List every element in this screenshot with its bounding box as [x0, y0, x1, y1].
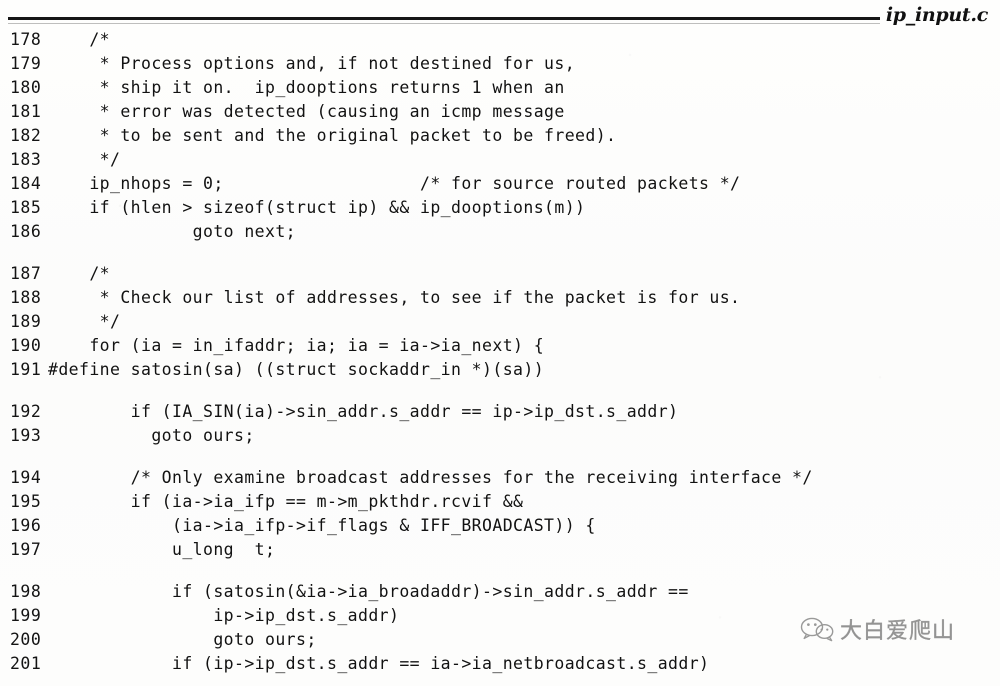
line-code: if (IA_SIN(ia)->sin_addr.s_addr == ip->i… — [48, 402, 679, 421]
code-line: 194 /* Only examine broadcast addresses … — [0, 466, 1000, 490]
code-listing: 178 /* 179 * Process options and, if not … — [0, 28, 1000, 676]
line-code: ip->ip_dst.s_addr) — [48, 606, 400, 625]
line-code: #define satosin(sa) ((struct sockaddr_in… — [48, 360, 545, 379]
line-code: if (hlen > sizeof(struct ip) && ip_doopt… — [48, 198, 586, 217]
line-code: goto ours; — [48, 426, 255, 445]
line-code: /* — [48, 264, 111, 283]
line-number: 198 — [10, 582, 42, 601]
line-number: 184 — [10, 174, 42, 193]
code-line: 195 if (ia->ia_ifp == m->m_pkthdr.rcvif … — [0, 490, 1000, 514]
line-number: 200 — [10, 630, 42, 649]
code-line: 185 if (hlen > sizeof(struct ip) && ip_d… — [0, 196, 1000, 220]
line-code: ip_nhops = 0; /* for source routed packe… — [48, 174, 741, 193]
line-code: if (ia->ia_ifp == m->m_pkthdr.rcvif && — [48, 492, 524, 511]
line-code: if (satosin(&ia->ia_broadaddr)->sin_addr… — [48, 582, 689, 601]
code-line: 187 /* — [0, 262, 1000, 286]
line-number: 180 — [10, 78, 42, 97]
code-line: 184 ip_nhops = 0; /* for source routed p… — [0, 172, 1000, 196]
line-number: 191 — [10, 360, 42, 379]
line-code: goto ours; — [48, 630, 317, 649]
line-code: if (ip->ip_dst.s_addr == ia->ia_netbroad… — [48, 654, 710, 673]
code-line: 192 if (IA_SIN(ia)->sin_addr.s_addr == i… — [0, 400, 1000, 424]
code-line: 183 */ — [0, 148, 1000, 172]
code-line: 197 u_long t; — [0, 538, 1000, 562]
code-line: 201 if (ip->ip_dst.s_addr == ia->ia_netb… — [0, 652, 1000, 676]
code-line: 182 * to be sent and the original packet… — [0, 124, 1000, 148]
line-number: 199 — [10, 606, 42, 625]
line-code: * Check our list of addresses, to see if… — [48, 288, 741, 307]
line-number: 182 — [10, 126, 42, 145]
line-code: for (ia = in_ifaddr; ia; ia = ia->ia_nex… — [48, 336, 545, 355]
code-line: 190 for (ia = in_ifaddr; ia; ia = ia->ia… — [0, 334, 1000, 358]
line-code: * ship it on. ip_dooptions returns 1 whe… — [48, 78, 565, 97]
code-line: 193 goto ours; — [0, 424, 1000, 448]
code-line: 179 * Process options and, if not destin… — [0, 52, 1000, 76]
line-code: goto next; — [48, 222, 297, 241]
line-code: * to be sent and the original packet to … — [48, 126, 617, 145]
code-line: 191 #define satosin(sa) ((struct sockaddr… — [0, 358, 1000, 382]
line-number: 197 — [10, 540, 42, 559]
line-code: /* Only examine broadcast addresses for … — [48, 468, 813, 487]
code-line: 189 */ — [0, 310, 1000, 334]
line-number: 186 — [10, 222, 42, 241]
line-number: 193 — [10, 426, 42, 445]
scanned-code-page: ip_input.c 178 /* 179 * Process options a… — [0, 0, 1000, 686]
line-code: u_long t; — [48, 540, 276, 559]
line-number: 188 — [10, 288, 42, 307]
code-line: 178 /* — [0, 28, 1000, 52]
line-number: 201 — [10, 654, 42, 673]
code-line: 198 if (satosin(&ia->ia_broadaddr)->sin_… — [0, 580, 1000, 604]
line-code: */ — [48, 150, 121, 169]
line-code: * error was detected (causing an icmp me… — [48, 102, 565, 121]
code-line: 181 * error was detected (causing an icm… — [0, 100, 1000, 124]
line-number: 192 — [10, 402, 42, 421]
line-number: 194 — [10, 468, 42, 487]
line-number: 190 — [10, 336, 42, 355]
line-code: (ia->ia_ifp->if_flags & IFF_BROADCAST)) … — [48, 516, 596, 535]
line-code: */ — [48, 312, 121, 331]
line-number: 196 — [10, 516, 42, 535]
header-divider — [8, 17, 880, 24]
line-number: 185 — [10, 198, 42, 217]
line-number: 179 — [10, 54, 42, 73]
line-number: 178 — [10, 30, 42, 49]
line-number: 183 — [10, 150, 42, 169]
code-line: 200 goto ours; — [0, 628, 1000, 652]
line-number: 187 — [10, 264, 42, 283]
line-number: 189 — [10, 312, 42, 331]
line-number: 195 — [10, 492, 42, 511]
code-line: 180 * ship it on. ip_dooptions returns 1… — [0, 76, 1000, 100]
code-line: 196 (ia->ia_ifp->if_flags & IFF_BROADCAS… — [0, 514, 1000, 538]
code-line: 186 goto next; — [0, 220, 1000, 244]
code-line: 199 ip->ip_dst.s_addr) — [0, 604, 1000, 628]
source-filename: ip_input.c — [885, 4, 988, 26]
line-code: * Process options and, if not destined f… — [48, 54, 576, 73]
line-code: /* — [48, 30, 111, 49]
line-number: 181 — [10, 102, 42, 121]
code-line: 188 * Check our list of addresses, to se… — [0, 286, 1000, 310]
